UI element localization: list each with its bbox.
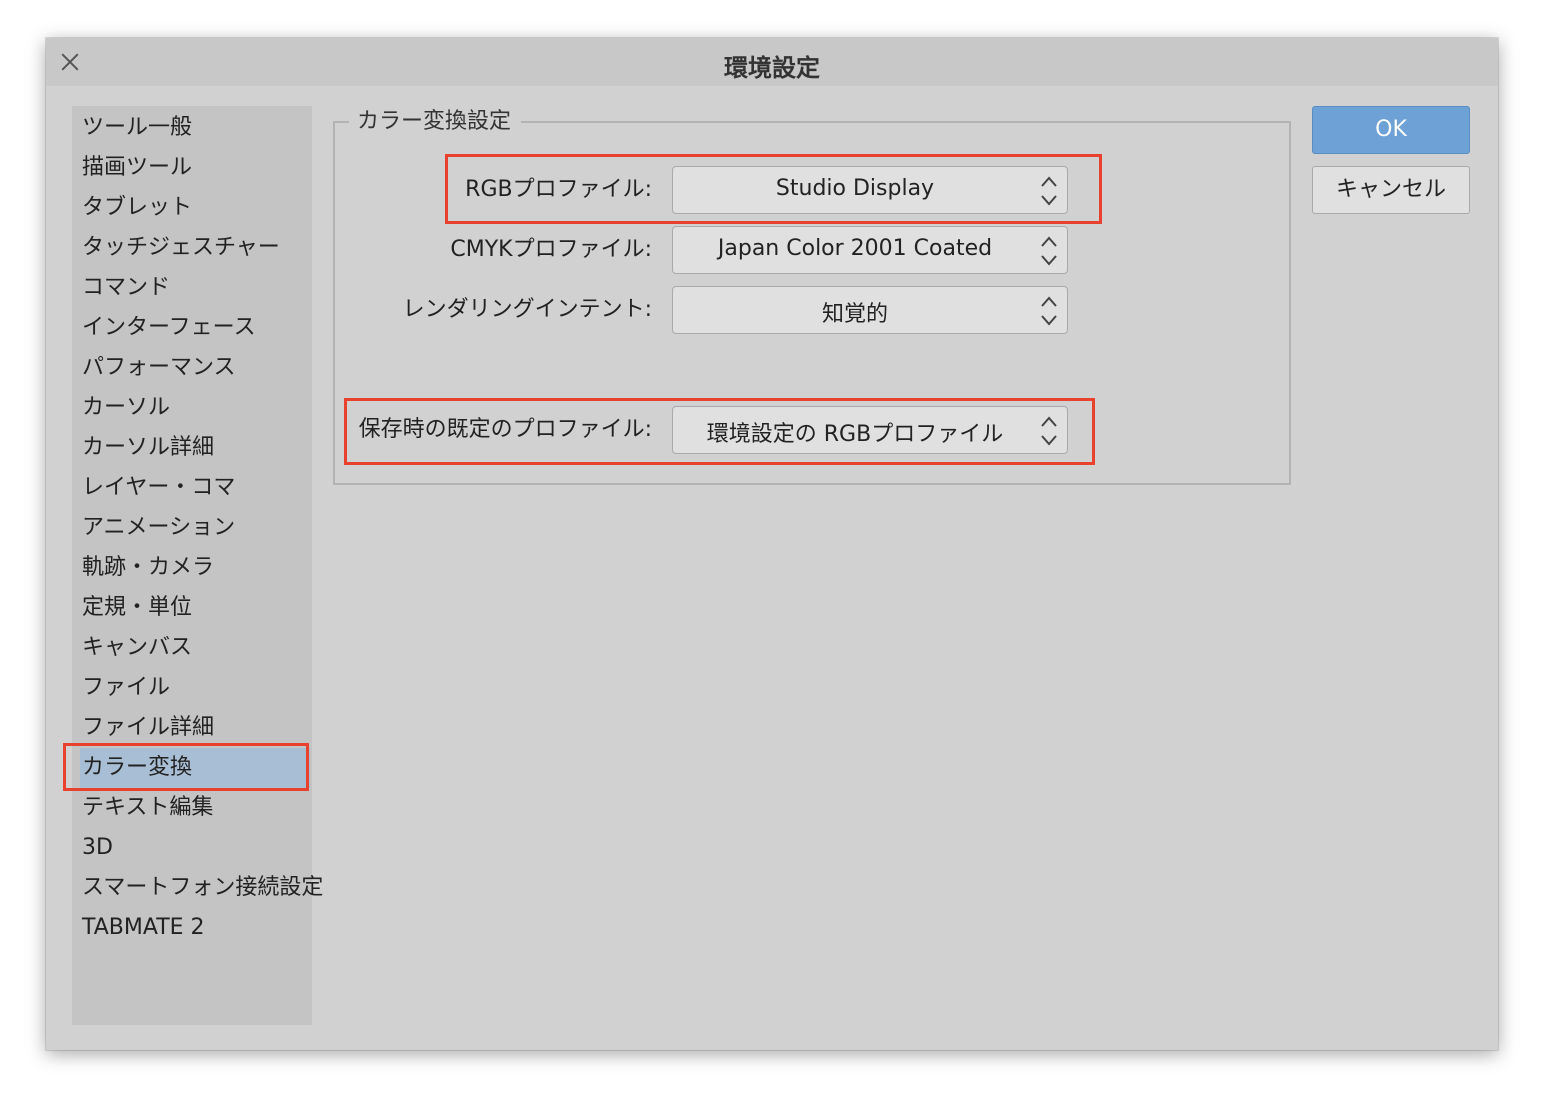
- category-sidebar: ツール一般 描画ツール タブレット タッチジェスチャー コマンド インターフェー…: [72, 106, 323, 1025]
- default-save-profile-value: 環境設定の RGBプロファイル: [706, 422, 1004, 447]
- sidebar-item-animation[interactable]: アニメーション: [80, 508, 310, 548]
- cmyk-profile-value: Japan Color 2001 Coated: [717, 236, 993, 261]
- default-save-profile-label: 保存時の既定のプロファイル:: [358, 417, 652, 442]
- chevron-up-down-icon: [1041, 416, 1057, 446]
- sidebar-item-tabmate-2[interactable]: TABMATE 2: [80, 908, 310, 948]
- cancel-button[interactable]: キャンセル: [1312, 166, 1470, 214]
- rgb-profile-value: Studio Display: [775, 176, 935, 201]
- sidebar-item-color-conversion[interactable]: カラー変換: [80, 748, 310, 788]
- preferences-dialog: 環境設定 ツール一般 描画ツール タブレット タッチジェスチャー コマンド イン…: [46, 38, 1498, 1050]
- rgb-profile-label: RGBプロファイル:: [465, 177, 652, 202]
- group-title: カラー変換設定: [349, 107, 522, 137]
- sidebar-item-3d[interactable]: 3D: [80, 828, 310, 868]
- cmyk-profile-label-wrap: CMYKプロファイル:: [332, 235, 652, 265]
- chevron-up-down-icon: [1041, 176, 1057, 206]
- window-title: 環境設定: [724, 54, 820, 82]
- rgb-profile-select[interactable]: Studio Display: [672, 166, 1068, 214]
- sidebar-item-ruler-unit[interactable]: 定規・単位: [80, 588, 310, 628]
- sidebar-item-file-detail[interactable]: ファイル詳細: [80, 708, 310, 748]
- sidebar-item-cursor-detail[interactable]: カーソル詳細: [80, 428, 310, 468]
- chevron-up-down-icon: [1041, 236, 1057, 266]
- cmyk-profile-label: CMYKプロファイル:: [450, 237, 652, 262]
- title-bar: 環境設定: [46, 38, 1498, 86]
- sidebar-item-file[interactable]: ファイル: [80, 668, 310, 708]
- sidebar-item-drawing-tools[interactable]: 描画ツール: [80, 148, 310, 188]
- sidebar-item-cursor[interactable]: カーソル: [80, 388, 310, 428]
- sidebar-item-text-edit[interactable]: テキスト編集: [80, 788, 310, 828]
- chevron-up-down-icon: [1041, 296, 1057, 326]
- sidebar-item-command[interactable]: コマンド: [80, 268, 310, 308]
- rendering-intent-value: 知覚的: [821, 302, 888, 327]
- default-save-profile-label-wrap: 保存時の既定のプロファイル:: [332, 415, 652, 445]
- cmyk-profile-select[interactable]: Japan Color 2001 Coated: [672, 226, 1068, 274]
- sidebar-item-layer-frame[interactable]: レイヤー・コマ: [80, 468, 310, 508]
- sidebar-item-smartphone-connection[interactable]: スマートフォン接続設定: [80, 868, 323, 908]
- sidebar-item-path-camera[interactable]: 軌跡・カメラ: [80, 548, 310, 588]
- ok-button[interactable]: OK: [1312, 106, 1470, 154]
- sidebar-item-canvas[interactable]: キャンバス: [80, 628, 310, 668]
- sidebar-item-performance[interactable]: パフォーマンス: [80, 348, 310, 388]
- sidebar-item-tool-general[interactable]: ツール一般: [80, 108, 310, 148]
- sidebar-item-tablet[interactable]: タブレット: [80, 188, 310, 228]
- default-save-profile-select[interactable]: 環境設定の RGBプロファイル: [672, 406, 1068, 454]
- sidebar-item-touch-gesture[interactable]: タッチジェスチャー: [80, 228, 310, 268]
- rendering-intent-label-wrap: レンダリングインテント:: [332, 295, 652, 325]
- rendering-intent-select[interactable]: 知覚的: [672, 286, 1068, 334]
- sidebar-item-interface[interactable]: インターフェース: [80, 308, 310, 348]
- rgb-profile-label-wrap: RGBプロファイル:: [332, 175, 652, 205]
- rendering-intent-label: レンダリングインテント:: [402, 297, 652, 322]
